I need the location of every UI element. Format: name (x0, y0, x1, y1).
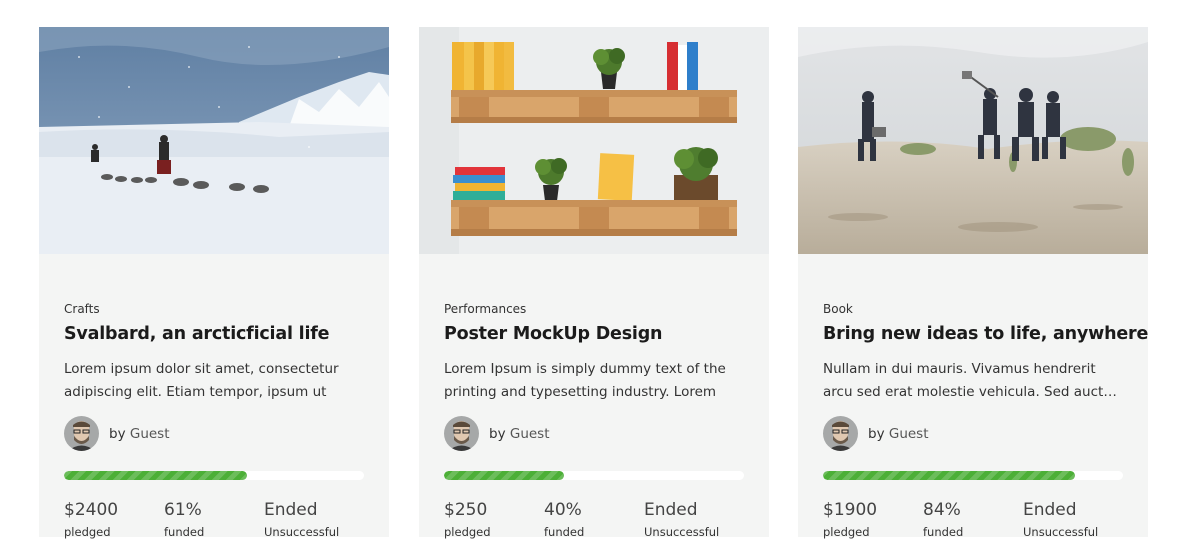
avatar[interactable] (64, 416, 99, 451)
stat-label: Unsuccessful (644, 525, 720, 539)
author-name[interactable]: Guest (889, 426, 929, 442)
funding-progress-bar (444, 471, 744, 480)
by-label: by (868, 425, 885, 442)
stat-pledged: $1900 pledged (823, 500, 923, 539)
author-byline: by Guest (868, 426, 929, 442)
campaign-card: Crafts Svalbard, an arcticficial life Lo… (39, 27, 389, 539)
stat-status: Ended Unsuccessful (264, 500, 364, 539)
category-label[interactable]: Crafts (64, 302, 100, 316)
campaign-image[interactable] (39, 27, 389, 254)
campaign-stats: $2400 pledged 61% funded Ended Unsuccess… (64, 500, 364, 539)
campaign-title[interactable]: Poster MockUp Design (444, 324, 755, 344)
campaign-excerpt: Nullam in dui mauris. Vivamus hendrerit … (823, 361, 1118, 400)
stat-pledged: $250 pledged (444, 500, 544, 539)
campaign-card: Performances Poster MockUp Design Lorem … (419, 27, 769, 539)
stat-value: $1900 (823, 500, 878, 520)
stat-label: pledged (64, 525, 111, 539)
stat-value: 61% (164, 500, 202, 520)
campaign-card: Book Bring new ideas to life, anywhere N… (798, 27, 1148, 539)
category-label[interactable]: Performances (444, 302, 526, 316)
stat-label: funded (164, 525, 205, 539)
stat-label: pledged (823, 525, 870, 539)
campaign-grid: Crafts Svalbard, an arcticficial life Lo… (0, 0, 1180, 556)
stat-value: $2400 (64, 500, 119, 520)
author-row: by Guest (823, 416, 929, 451)
funding-progress-bar (823, 471, 1123, 480)
stat-status: Ended Unsuccessful (1023, 500, 1123, 539)
stat-label: pledged (444, 525, 491, 539)
campaign-image[interactable] (419, 27, 769, 254)
avatar[interactable] (823, 416, 858, 451)
author-byline: by Guest (489, 426, 550, 442)
campaign-title[interactable]: Bring new ideas to life, anywhere (823, 324, 1148, 344)
stat-value: 40% (544, 500, 582, 520)
campaign-title[interactable]: Svalbard, an arcticficial life (64, 324, 375, 344)
stat-label: funded (923, 525, 964, 539)
stat-funded: 61% funded (164, 500, 264, 539)
campaign-excerpt: Lorem Ipsum is simply dummy text of the … (444, 361, 726, 400)
author-byline: by Guest (109, 426, 170, 442)
stat-label: Unsuccessful (264, 525, 340, 539)
stat-value: Ended (1023, 500, 1077, 520)
campaign-image[interactable] (798, 27, 1148, 254)
stat-funded: 84% funded (923, 500, 1023, 539)
author-row: by Guest (444, 416, 550, 451)
progress-fill (823, 471, 1075, 480)
stat-value: Ended (644, 500, 698, 520)
stat-status: Ended Unsuccessful (644, 500, 744, 539)
category-label[interactable]: Book (823, 302, 853, 316)
funding-progress-bar (64, 471, 364, 480)
author-row: by Guest (64, 416, 170, 451)
stat-label: funded (544, 525, 585, 539)
progress-fill (64, 471, 247, 480)
campaign-stats: $250 pledged 40% funded Ended Unsuccessf… (444, 500, 744, 539)
by-label: by (109, 425, 126, 442)
stat-funded: 40% funded (544, 500, 644, 539)
stat-label: Unsuccessful (1023, 525, 1099, 539)
campaign-excerpt: Lorem ipsum dolor sit amet, consectetur … (64, 361, 339, 400)
stat-value: $250 (444, 500, 488, 520)
by-label: by (489, 425, 506, 442)
stat-value: 84% (923, 500, 961, 520)
stat-value: Ended (264, 500, 318, 520)
stat-pledged: $2400 pledged (64, 500, 164, 539)
avatar[interactable] (444, 416, 479, 451)
campaign-stats: $1900 pledged 84% funded Ended Unsuccess… (823, 500, 1123, 539)
author-name[interactable]: Guest (130, 426, 170, 442)
author-name[interactable]: Guest (510, 426, 550, 442)
progress-fill (444, 471, 564, 480)
